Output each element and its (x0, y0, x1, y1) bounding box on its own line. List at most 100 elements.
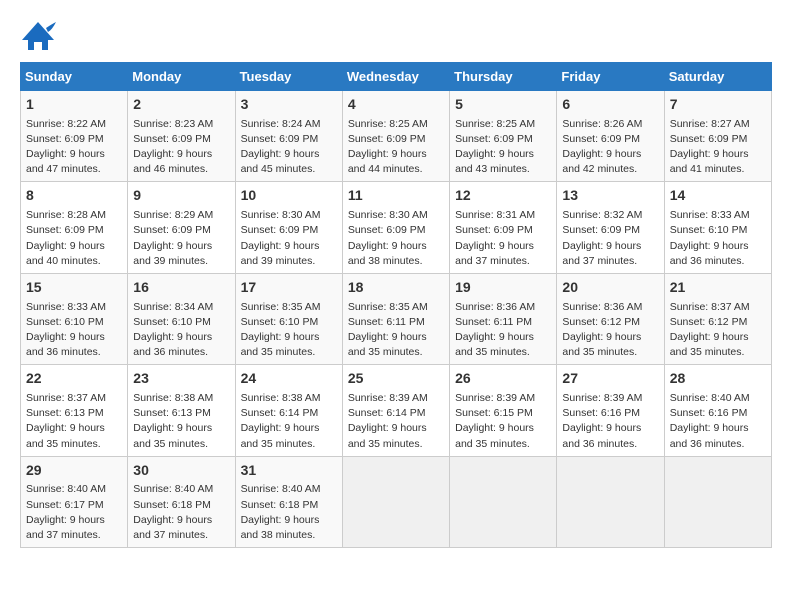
day-number: 29 (26, 461, 122, 481)
calendar-day-cell: 7Sunrise: 8:27 AMSunset: 6:09 PMDaylight… (664, 91, 771, 182)
day-info: Sunrise: 8:40 AMSunset: 6:17 PMDaylight:… (26, 482, 122, 543)
day-number: 17 (241, 278, 337, 298)
day-number: 19 (455, 278, 551, 298)
calendar-day-cell (664, 456, 771, 547)
logo-icon (20, 20, 56, 52)
day-number: 4 (348, 95, 444, 115)
day-info: Sunrise: 8:38 AMSunset: 6:13 PMDaylight:… (133, 391, 229, 452)
day-info: Sunrise: 8:33 AMSunset: 6:10 PMDaylight:… (670, 208, 766, 269)
day-info: Sunrise: 8:37 AMSunset: 6:13 PMDaylight:… (26, 391, 122, 452)
day-number: 8 (26, 186, 122, 206)
calendar-week-row: 1Sunrise: 8:22 AMSunset: 6:09 PMDaylight… (21, 91, 772, 182)
day-info: Sunrise: 8:40 AMSunset: 6:16 PMDaylight:… (670, 391, 766, 452)
logo (20, 20, 56, 52)
day-info: Sunrise: 8:39 AMSunset: 6:15 PMDaylight:… (455, 391, 551, 452)
day-number: 23 (133, 369, 229, 389)
calendar-day-cell: 21Sunrise: 8:37 AMSunset: 6:12 PMDayligh… (664, 273, 771, 364)
calendar-day-cell: 6Sunrise: 8:26 AMSunset: 6:09 PMDaylight… (557, 91, 664, 182)
day-info: Sunrise: 8:36 AMSunset: 6:12 PMDaylight:… (562, 300, 658, 361)
day-number: 14 (670, 186, 766, 206)
day-number: 2 (133, 95, 229, 115)
calendar-day-cell: 28Sunrise: 8:40 AMSunset: 6:16 PMDayligh… (664, 365, 771, 456)
day-number: 1 (26, 95, 122, 115)
day-number: 12 (455, 186, 551, 206)
calendar-day-cell: 19Sunrise: 8:36 AMSunset: 6:11 PMDayligh… (450, 273, 557, 364)
calendar-day-cell: 14Sunrise: 8:33 AMSunset: 6:10 PMDayligh… (664, 182, 771, 273)
calendar-day-cell: 30Sunrise: 8:40 AMSunset: 6:18 PMDayligh… (128, 456, 235, 547)
calendar-day-header: Friday (557, 63, 664, 91)
day-info: Sunrise: 8:39 AMSunset: 6:16 PMDaylight:… (562, 391, 658, 452)
calendar-day-cell: 8Sunrise: 8:28 AMSunset: 6:09 PMDaylight… (21, 182, 128, 273)
day-info: Sunrise: 8:37 AMSunset: 6:12 PMDaylight:… (670, 300, 766, 361)
calendar-day-header: Thursday (450, 63, 557, 91)
calendar-day-cell: 22Sunrise: 8:37 AMSunset: 6:13 PMDayligh… (21, 365, 128, 456)
calendar-day-cell (557, 456, 664, 547)
day-info: Sunrise: 8:26 AMSunset: 6:09 PMDaylight:… (562, 117, 658, 178)
calendar-week-row: 15Sunrise: 8:33 AMSunset: 6:10 PMDayligh… (21, 273, 772, 364)
day-number: 13 (562, 186, 658, 206)
day-info: Sunrise: 8:35 AMSunset: 6:10 PMDaylight:… (241, 300, 337, 361)
calendar-day-cell: 4Sunrise: 8:25 AMSunset: 6:09 PMDaylight… (342, 91, 449, 182)
calendar-day-cell: 12Sunrise: 8:31 AMSunset: 6:09 PMDayligh… (450, 182, 557, 273)
calendar-day-cell: 1Sunrise: 8:22 AMSunset: 6:09 PMDaylight… (21, 91, 128, 182)
calendar-day-cell: 9Sunrise: 8:29 AMSunset: 6:09 PMDaylight… (128, 182, 235, 273)
day-info: Sunrise: 8:24 AMSunset: 6:09 PMDaylight:… (241, 117, 337, 178)
calendar-day-header: Saturday (664, 63, 771, 91)
calendar-day-cell: 25Sunrise: 8:39 AMSunset: 6:14 PMDayligh… (342, 365, 449, 456)
calendar-day-cell: 20Sunrise: 8:36 AMSunset: 6:12 PMDayligh… (557, 273, 664, 364)
day-number: 28 (670, 369, 766, 389)
calendar-day-cell: 26Sunrise: 8:39 AMSunset: 6:15 PMDayligh… (450, 365, 557, 456)
calendar-day-cell: 24Sunrise: 8:38 AMSunset: 6:14 PMDayligh… (235, 365, 342, 456)
day-number: 15 (26, 278, 122, 298)
day-info: Sunrise: 8:31 AMSunset: 6:09 PMDaylight:… (455, 208, 551, 269)
day-number: 30 (133, 461, 229, 481)
calendar-week-row: 8Sunrise: 8:28 AMSunset: 6:09 PMDaylight… (21, 182, 772, 273)
day-number: 18 (348, 278, 444, 298)
day-number: 9 (133, 186, 229, 206)
calendar-week-row: 29Sunrise: 8:40 AMSunset: 6:17 PMDayligh… (21, 456, 772, 547)
day-info: Sunrise: 8:32 AMSunset: 6:09 PMDaylight:… (562, 208, 658, 269)
calendar-day-cell: 11Sunrise: 8:30 AMSunset: 6:09 PMDayligh… (342, 182, 449, 273)
calendar-day-cell: 13Sunrise: 8:32 AMSunset: 6:09 PMDayligh… (557, 182, 664, 273)
calendar-day-cell (342, 456, 449, 547)
day-number: 25 (348, 369, 444, 389)
day-number: 20 (562, 278, 658, 298)
calendar-week-row: 22Sunrise: 8:37 AMSunset: 6:13 PMDayligh… (21, 365, 772, 456)
calendar-day-cell: 18Sunrise: 8:35 AMSunset: 6:11 PMDayligh… (342, 273, 449, 364)
day-info: Sunrise: 8:25 AMSunset: 6:09 PMDaylight:… (455, 117, 551, 178)
day-number: 26 (455, 369, 551, 389)
day-info: Sunrise: 8:25 AMSunset: 6:09 PMDaylight:… (348, 117, 444, 178)
day-number: 22 (26, 369, 122, 389)
calendar-day-cell: 17Sunrise: 8:35 AMSunset: 6:10 PMDayligh… (235, 273, 342, 364)
day-info: Sunrise: 8:23 AMSunset: 6:09 PMDaylight:… (133, 117, 229, 178)
calendar-day-cell: 15Sunrise: 8:33 AMSunset: 6:10 PMDayligh… (21, 273, 128, 364)
day-info: Sunrise: 8:28 AMSunset: 6:09 PMDaylight:… (26, 208, 122, 269)
calendar-day-cell: 23Sunrise: 8:38 AMSunset: 6:13 PMDayligh… (128, 365, 235, 456)
day-number: 24 (241, 369, 337, 389)
day-number: 27 (562, 369, 658, 389)
calendar-day-cell: 3Sunrise: 8:24 AMSunset: 6:09 PMDaylight… (235, 91, 342, 182)
calendar-day-cell: 10Sunrise: 8:30 AMSunset: 6:09 PMDayligh… (235, 182, 342, 273)
calendar-day-cell: 2Sunrise: 8:23 AMSunset: 6:09 PMDaylight… (128, 91, 235, 182)
day-info: Sunrise: 8:29 AMSunset: 6:09 PMDaylight:… (133, 208, 229, 269)
calendar-day-cell: 5Sunrise: 8:25 AMSunset: 6:09 PMDaylight… (450, 91, 557, 182)
day-number: 21 (670, 278, 766, 298)
calendar: SundayMondayTuesdayWednesdayThursdayFrid… (20, 62, 772, 548)
calendar-header-row: SundayMondayTuesdayWednesdayThursdayFrid… (21, 63, 772, 91)
day-info: Sunrise: 8:38 AMSunset: 6:14 PMDaylight:… (241, 391, 337, 452)
day-number: 10 (241, 186, 337, 206)
day-info: Sunrise: 8:30 AMSunset: 6:09 PMDaylight:… (348, 208, 444, 269)
calendar-day-cell: 16Sunrise: 8:34 AMSunset: 6:10 PMDayligh… (128, 273, 235, 364)
day-number: 11 (348, 186, 444, 206)
day-info: Sunrise: 8:39 AMSunset: 6:14 PMDaylight:… (348, 391, 444, 452)
day-number: 16 (133, 278, 229, 298)
day-info: Sunrise: 8:35 AMSunset: 6:11 PMDaylight:… (348, 300, 444, 361)
calendar-day-cell: 29Sunrise: 8:40 AMSunset: 6:17 PMDayligh… (21, 456, 128, 547)
day-info: Sunrise: 8:27 AMSunset: 6:09 PMDaylight:… (670, 117, 766, 178)
calendar-day-cell: 31Sunrise: 8:40 AMSunset: 6:18 PMDayligh… (235, 456, 342, 547)
calendar-day-cell (450, 456, 557, 547)
day-info: Sunrise: 8:36 AMSunset: 6:11 PMDaylight:… (455, 300, 551, 361)
day-info: Sunrise: 8:22 AMSunset: 6:09 PMDaylight:… (26, 117, 122, 178)
day-info: Sunrise: 8:40 AMSunset: 6:18 PMDaylight:… (241, 482, 337, 543)
calendar-day-cell: 27Sunrise: 8:39 AMSunset: 6:16 PMDayligh… (557, 365, 664, 456)
